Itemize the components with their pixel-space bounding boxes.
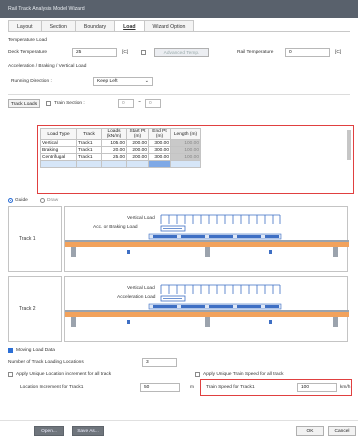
cancel-button[interactable]: Cancel bbox=[328, 426, 356, 436]
train-section-to-input[interactable]: 0 bbox=[145, 99, 161, 108]
cell-start-pt[interactable]: 200.00 bbox=[126, 139, 149, 147]
location-increment-label: Location Increment for Track1 bbox=[20, 385, 84, 390]
cell-empty[interactable] bbox=[101, 160, 127, 168]
window-title-bar: Rail Track Analysis Model Wizard bbox=[0, 0, 358, 18]
tab-divider bbox=[8, 31, 350, 32]
table-scrollbar[interactable] bbox=[347, 130, 351, 160]
num-locations-label: Number of Track Loading Locations bbox=[8, 360, 84, 365]
load-table: Load Type Track Loads (kN/m) Start Pt (m… bbox=[40, 128, 201, 168]
unique-increment-checkbox[interactable] bbox=[8, 372, 13, 377]
tilde-separator: ~ bbox=[138, 100, 141, 105]
ok-button[interactable]: OK bbox=[296, 426, 324, 436]
temperature-header: Temperature Load bbox=[8, 38, 47, 43]
cell-loads[interactable]: 105.00 bbox=[101, 139, 127, 147]
moving-load-label: Moving Load Data bbox=[16, 348, 55, 353]
col-length[interactable]: Length (m) bbox=[170, 128, 201, 140]
table-row[interactable]: Vertical Track1 105.00 200.00 300.00 100… bbox=[40, 139, 201, 147]
track1-diagram: Vertical Load Acc. or Braking Load bbox=[64, 206, 349, 272]
track1-label-panel: Track 1 bbox=[8, 206, 62, 272]
moving-load-checkbox[interactable] bbox=[8, 348, 13, 353]
cell-length: 100.00 bbox=[170, 146, 201, 154]
deck-temperature-input[interactable]: 25 bbox=[72, 48, 117, 57]
cell-load-type[interactable]: Centrifugal bbox=[40, 153, 77, 161]
track2-diagram: Vertical Load Acceleration Load bbox=[64, 276, 349, 342]
save-as-button[interactable]: Save As... bbox=[72, 426, 104, 436]
table-row-new[interactable] bbox=[40, 160, 201, 168]
rail-temperature-unit: [C] bbox=[335, 50, 342, 55]
cell-track[interactable]: Track1 bbox=[76, 139, 102, 147]
col-track[interactable]: Track bbox=[76, 128, 102, 140]
cell-start-pt[interactable]: 200.00 bbox=[126, 153, 149, 161]
cell-loads[interactable]: 20.00 bbox=[101, 146, 127, 154]
acceleration-header: Acceleration / Braking / Vertical Load bbox=[8, 64, 87, 69]
table-row[interactable]: Braking Track1 20.00 200.00 300.00 100.0… bbox=[40, 146, 201, 154]
location-increment-unit: m bbox=[190, 385, 194, 390]
track2-load-diagram bbox=[65, 284, 349, 327]
running-direction-value: Keep Left bbox=[97, 79, 118, 84]
unique-speed-label: Apply Unique Train Speed for all track bbox=[203, 372, 284, 377]
deck-temperature-label: Deck Temperature bbox=[8, 50, 48, 55]
train-section-label: Train Section : bbox=[54, 101, 85, 106]
cell-length: 100.00 bbox=[170, 153, 201, 161]
cell-empty[interactable] bbox=[148, 160, 171, 168]
cell-load-type[interactable]: Vertical bbox=[40, 139, 77, 147]
cell-load-type[interactable]: Braking bbox=[40, 146, 77, 154]
train-section-checkbox[interactable] bbox=[46, 101, 51, 106]
cell-track[interactable]: Track1 bbox=[76, 153, 102, 161]
guide-label: Guide bbox=[15, 198, 28, 203]
draw-radio[interactable] bbox=[40, 198, 45, 203]
cell-loads[interactable]: 25.00 bbox=[101, 153, 127, 161]
col-load-type[interactable]: Load Type bbox=[40, 128, 77, 140]
window-title: Rail Track Analysis Model Wizard bbox=[8, 6, 85, 12]
draw-label: Draw bbox=[47, 198, 59, 203]
advanced-temp-checkbox[interactable] bbox=[141, 50, 146, 55]
track1-label: Track 1 bbox=[19, 236, 36, 242]
track1-load-diagram bbox=[65, 214, 349, 257]
guide-radio[interactable] bbox=[8, 198, 13, 203]
track2-label-panel: Track 2 bbox=[8, 276, 62, 342]
location-increment-input[interactable]: 50 bbox=[140, 383, 180, 392]
cell-empty[interactable] bbox=[76, 160, 102, 168]
unique-speed-checkbox[interactable] bbox=[195, 372, 200, 377]
section-divider bbox=[8, 94, 350, 95]
cell-length: 100.00 bbox=[170, 139, 201, 147]
train-speed-label: Train Speed for Track1 bbox=[206, 385, 255, 390]
cell-empty[interactable] bbox=[170, 160, 201, 168]
track-loads-button[interactable]: Track Loads bbox=[8, 99, 40, 108]
cell-end-pt[interactable]: 300.00 bbox=[148, 139, 171, 147]
chevron-down-icon: ⌄ bbox=[144, 78, 149, 84]
track2-label: Track 2 bbox=[19, 306, 36, 312]
running-direction-label: Running Direction : bbox=[11, 79, 52, 84]
col-loads[interactable]: Loads (kN/m) bbox=[101, 128, 127, 140]
cell-track[interactable]: Track1 bbox=[76, 146, 102, 154]
num-locations-input[interactable]: 3 bbox=[142, 358, 177, 367]
open-button[interactable]: Open... bbox=[34, 426, 64, 436]
cell-empty[interactable] bbox=[126, 160, 149, 168]
col-start-pt[interactable]: Start Pt (m) bbox=[126, 128, 149, 140]
advanced-temp-button[interactable]: Advanced Temp. bbox=[154, 48, 209, 57]
deck-temperature-unit: [C] bbox=[122, 50, 129, 55]
train-section-from-input[interactable]: 0 bbox=[118, 99, 134, 108]
cell-end-pt[interactable]: 300.00 bbox=[148, 153, 171, 161]
table-row[interactable]: Centrifugal Track1 25.00 200.00 300.00 1… bbox=[40, 153, 201, 161]
cell-end-pt[interactable]: 300.00 bbox=[148, 146, 171, 154]
cell-empty[interactable] bbox=[40, 160, 77, 168]
running-direction-select[interactable]: Keep Left ⌄ bbox=[93, 77, 153, 86]
train-speed-unit: km/h bbox=[340, 385, 351, 390]
rail-temperature-label: Rail Temperature bbox=[237, 50, 274, 55]
unique-increment-label: Apply Unique Location increment for all … bbox=[16, 372, 112, 377]
train-speed-input[interactable]: 100 bbox=[297, 383, 337, 392]
load-table-container: Load Type Track Loads (kN/m) Start Pt (m… bbox=[40, 128, 201, 168]
col-end-pt[interactable]: End Pt (m) bbox=[148, 128, 171, 140]
rail-temperature-input[interactable]: 0 bbox=[285, 48, 330, 57]
cell-start-pt[interactable]: 200.00 bbox=[126, 146, 149, 154]
